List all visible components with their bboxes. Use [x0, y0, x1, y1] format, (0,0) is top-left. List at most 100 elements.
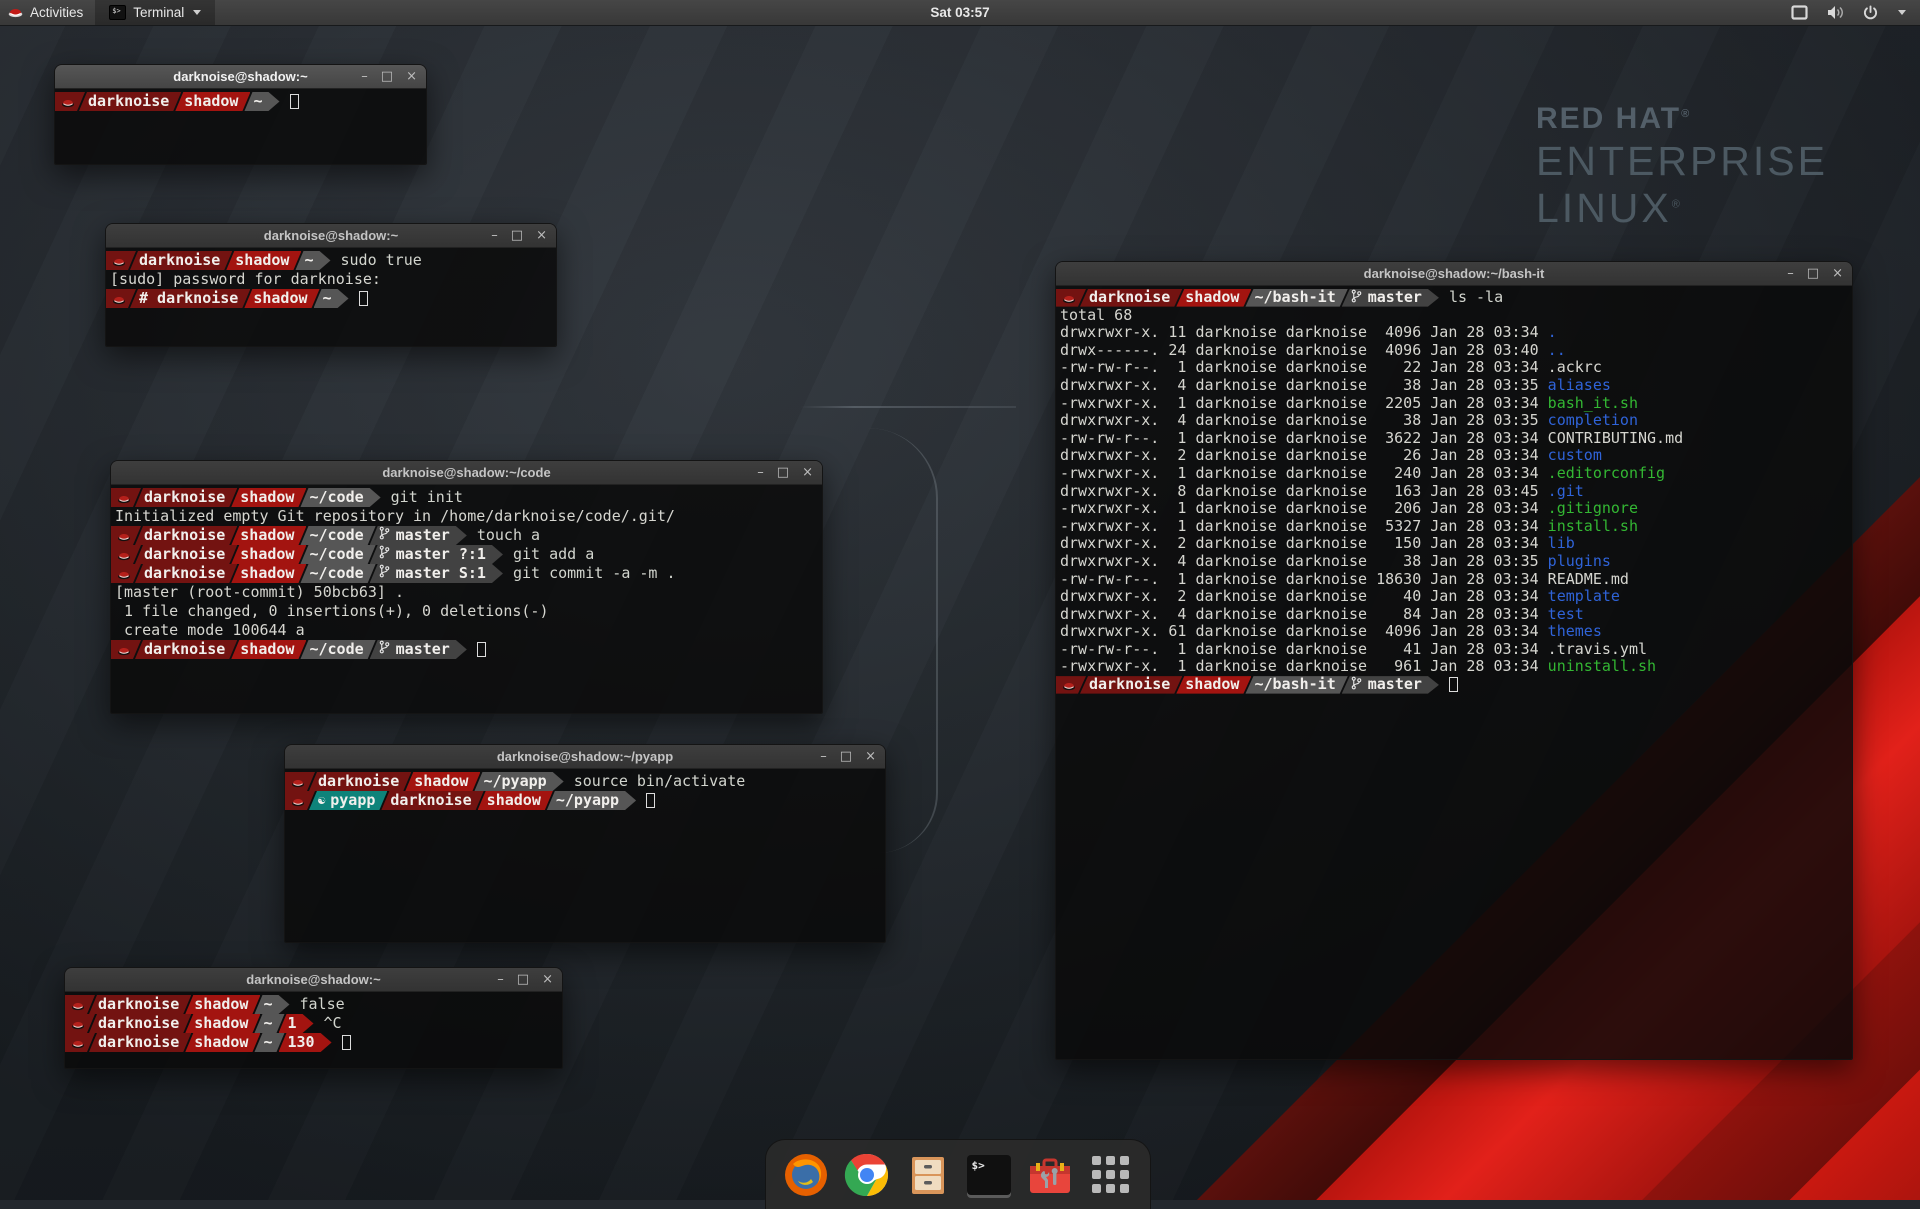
close-button[interactable]: × [542, 973, 553, 986]
file-name: CONTRIBUTING.md [1548, 429, 1683, 447]
minimize-button[interactable]: – [820, 750, 827, 763]
prompt-segment-host: shadow [226, 251, 301, 270]
terminal-output-line: drwx------. 24 darknoise darknoise 4096 … [1056, 342, 1852, 360]
git-branch-icon [379, 545, 390, 564]
terminal-prompt-line: darknoiseshadow~/codemastertouch a [111, 526, 822, 545]
maximize-button[interactable]: □ [1807, 267, 1819, 280]
clock[interactable]: Sat 03:57 [0, 5, 1920, 20]
maximize-button[interactable]: □ [517, 973, 529, 986]
terminal-output-line: drwxrwxr-x. 8 darknoise darknoise 163 Ja… [1056, 483, 1852, 501]
terminal-content[interactable]: darknoiseshadow~/codegit initInitialized… [111, 485, 822, 713]
dock-item-app-grid[interactable] [1088, 1152, 1134, 1198]
terminal-cursor [359, 291, 368, 306]
dock-item-files[interactable] [905, 1152, 951, 1198]
minimize-button[interactable]: – [491, 229, 498, 242]
prompt-segment-host: shadow [1176, 289, 1251, 307]
git-branch-icon [379, 526, 390, 545]
terminal-content[interactable]: darknoiseshadow~sudo true[sudo] password… [106, 248, 556, 346]
prompt-segment-user: darknoise [381, 791, 483, 810]
command-text: ls -la [1449, 289, 1503, 307]
terminal-output-line: drwxrwxr-x. 4 darknoise darknoise 38 Jan… [1056, 377, 1852, 395]
terminal-window-code[interactable]: darknoise@shadow:~/code–□×darknoiseshado… [110, 460, 823, 714]
file-name: .editorconfig [1548, 464, 1665, 482]
window-titlebar[interactable]: darknoise@shadow:~/code–□× [111, 461, 822, 485]
dock-item-toolbox[interactable] [1027, 1152, 1073, 1198]
terminal-window-sudo[interactable]: darknoise@shadow:~–□×darknoiseshadow~sud… [105, 223, 557, 347]
prompt-segment-host: shadow [231, 526, 306, 545]
prompt-segment-user: darknoise [135, 640, 237, 659]
dock-item-firefox[interactable] [783, 1152, 829, 1198]
terminal-prompt-line: darknoiseshadow~/bash-itmasterls -la [1056, 289, 1852, 307]
command-text: git add a [513, 545, 594, 564]
prompt-segment-user: darknoise [135, 488, 237, 507]
git-branch-icon [379, 564, 390, 583]
terminal-prompt-line: darknoiseshadow~130 [65, 1033, 562, 1052]
prompt-segment-user: darknoise [135, 545, 237, 564]
minimize-button[interactable]: – [757, 466, 764, 479]
app-menu-label: Terminal [133, 5, 184, 20]
file-name: template [1548, 587, 1620, 605]
activities-label: Activities [30, 5, 83, 20]
close-button[interactable]: × [1832, 267, 1843, 280]
prompt-segment-host: shadow [405, 772, 480, 791]
terminal-content[interactable]: darknoiseshadow~falsedarknoiseshadow~1^C… [65, 992, 562, 1068]
terminal-cursor [646, 793, 655, 808]
terminal-window-home-2[interactable]: darknoise@shadow:~–□×darknoiseshadow~fal… [64, 967, 563, 1069]
chevron-down-icon[interactable] [1898, 10, 1906, 15]
dock: $> [765, 1139, 1151, 1209]
close-button[interactable]: × [536, 229, 547, 242]
display-icon[interactable] [1791, 5, 1808, 20]
command-text: sudo true [341, 251, 422, 270]
app-menu-terminal[interactable]: $> Terminal [95, 0, 215, 25]
prompt-segment-user: darknoise [135, 526, 237, 545]
maximize-button[interactable]: □ [777, 466, 789, 479]
maximize-button[interactable]: □ [840, 750, 852, 763]
close-button[interactable]: × [406, 70, 417, 83]
prompt-segment-venv: ☯pyapp [309, 791, 387, 810]
terminal-content[interactable]: darknoiseshadow~ [55, 89, 426, 164]
prompt-segment-path: ~ [244, 92, 279, 111]
terminal-output-line: -rwxrwxr-x. 1 darknoise darknoise 961 Ja… [1056, 658, 1852, 676]
prompt-segment-branch: master S:1 [370, 564, 503, 583]
terminal-window-pyapp[interactable]: darknoise@shadow:~/pyapp –□ × darknoiseshad… [284, 744, 886, 943]
prompt-segment-host: shadow [185, 1014, 260, 1033]
window-titlebar[interactable]: darknoise@shadow:~–□× [106, 224, 556, 248]
maximize-button[interactable]: □ [511, 229, 523, 242]
terminal-content[interactable]: darknoiseshadow~/pyappsource bin/activat… [285, 769, 885, 942]
volume-icon[interactable] [1826, 5, 1845, 20]
prompt-segment-branch: master [1342, 676, 1439, 694]
terminal-output-line: -rw-rw-r--. 1 darknoise darknoise 41 Jan… [1056, 641, 1852, 659]
activities-button[interactable]: Activities [0, 0, 95, 25]
prompt-segment-user: darknoise [135, 564, 237, 583]
terminal-window-bash-it[interactable]: darknoise@shadow:~/bash-it–□×darknoisesh… [1055, 261, 1853, 1060]
window-title: darknoise@shadow:~/pyapp [497, 749, 673, 764]
minimize-button[interactable]: – [1787, 267, 1794, 280]
dock-item-terminal[interactable]: $> [966, 1152, 1012, 1198]
prompt-segment-host: shadow [231, 488, 306, 507]
dock-item-chrome[interactable] [844, 1152, 890, 1198]
minimize-button[interactable]: – [361, 70, 368, 83]
window-titlebar[interactable]: darknoise@shadow:~/pyapp –□ × [285, 745, 885, 769]
prompt-segment-user: darknoise [1080, 676, 1182, 694]
close-button[interactable]: × [802, 466, 813, 479]
terminal-window-home-1[interactable]: darknoise@shadow:~–□×darknoiseshadow~ [54, 64, 427, 165]
terminal-output-line: 1 file changed, 0 insertions(+), 0 delet… [111, 602, 822, 621]
prompt-segment-path: ~/code [300, 488, 380, 507]
maximize-button[interactable]: □ [381, 70, 393, 83]
window-titlebar[interactable]: darknoise@shadow:~–□× [55, 65, 426, 89]
window-titlebar[interactable]: darknoise@shadow:~/bash-it–□× [1056, 262, 1852, 286]
minimize-button[interactable]: – [497, 973, 504, 986]
prompt-segment-user: darknoise [89, 1033, 191, 1052]
power-icon[interactable] [1863, 5, 1878, 20]
window-titlebar[interactable]: darknoise@shadow:~–□× [65, 968, 562, 992]
file-name: completion [1548, 411, 1638, 429]
prompt-segment-user: # darknoise [130, 289, 250, 308]
terminal-cursor [1449, 677, 1458, 692]
terminal-content[interactable]: darknoiseshadow~/bash-itmasterls -latota… [1056, 286, 1852, 1059]
git-branch-icon [1351, 676, 1362, 695]
terminal-output-line: -rw-rw-r--. 1 darknoise darknoise 18630 … [1056, 571, 1852, 589]
rhel-logo: RED HAT® ENTERPRISE LINUX® [1536, 102, 1828, 232]
terminal-prompt-line: ☯pyappdarknoiseshadow~/pyapp [285, 791, 885, 810]
prompt-segment-exit: 130 [279, 1033, 332, 1052]
close-button[interactable]: × [865, 750, 876, 763]
